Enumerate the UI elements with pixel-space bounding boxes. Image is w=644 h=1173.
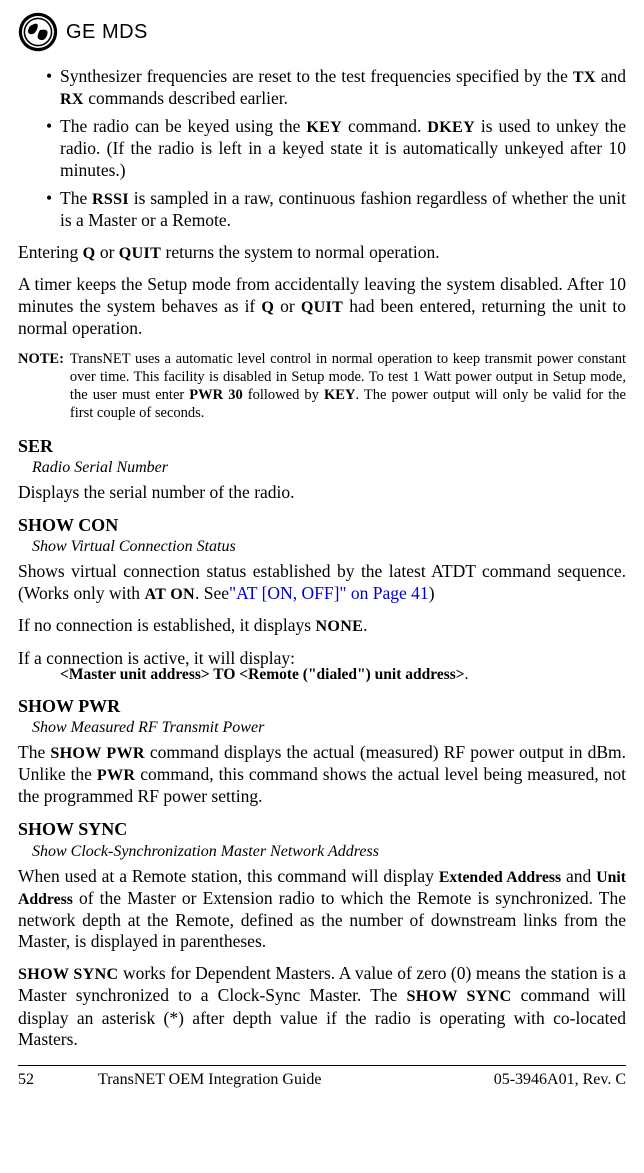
showpwr-body: The SHOW PWR command displays the actual… xyxy=(18,742,626,808)
bullet-item: The RSSI is sampled in a raw, continuous… xyxy=(46,188,626,232)
cmd-sub-showcon: Show Virtual Connection Status xyxy=(32,537,626,557)
cmd-head-showsync: SHOW SYNC xyxy=(18,818,626,841)
showcon-p1: Shows virtual connection status establis… xyxy=(18,561,626,605)
footer-title: TransNET OEM Integration Guide xyxy=(58,1070,494,1090)
note-body: TransNET uses a automatic level control … xyxy=(70,350,626,423)
cmd-head-showpwr: SHOW PWR xyxy=(18,695,626,718)
note-block: NOTE: TransNET uses a automatic level co… xyxy=(18,350,626,423)
showsync-p2: SHOW SYNC works for Dependent Masters. A… xyxy=(18,963,626,1051)
bullet-item: The radio can be keyed using the KEY com… xyxy=(46,116,626,182)
cmd-head-showcon: SHOW CON xyxy=(18,514,626,537)
note-label: NOTE: xyxy=(18,350,64,423)
showcon-p2: If no connection is established, it disp… xyxy=(18,615,626,637)
showsync-p1: When used at a Remote station, this comm… xyxy=(18,866,626,954)
cmd-sub-ser: Radio Serial Number xyxy=(32,458,626,478)
ser-body: Displays the serial number of the radio. xyxy=(18,482,626,504)
cmd-head-ser: SER xyxy=(18,435,626,458)
paragraph-timer: A timer keeps the Setup mode from accide… xyxy=(18,274,626,340)
cmd-sub-showsync: Show Clock-Synchronization Master Networ… xyxy=(32,842,626,862)
page-header: GE MDS xyxy=(18,12,626,52)
cmd-sub-showpwr: Show Measured RF Transmit Power xyxy=(32,718,626,738)
bullet-list: Synthesizer frequencies are reset to the… xyxy=(18,66,626,232)
ge-logo-icon xyxy=(18,12,58,52)
page-footer: 52 TransNET OEM Integration Guide 05-394… xyxy=(18,1065,626,1090)
brand-text: GE MDS xyxy=(66,20,148,45)
cross-ref-link[interactable]: "AT [ON, OFF]" on Page 41 xyxy=(229,583,429,603)
paragraph-quit: Entering Q or QUIT returns the system to… xyxy=(18,242,626,264)
footer-rev: 05-3946A01, Rev. C xyxy=(494,1070,626,1090)
bullet-item: Synthesizer frequencies are reset to the… xyxy=(46,66,626,110)
showcon-display-format: <Master unit address> TO <Remote ("diale… xyxy=(18,665,626,684)
page-number: 52 xyxy=(18,1070,58,1090)
